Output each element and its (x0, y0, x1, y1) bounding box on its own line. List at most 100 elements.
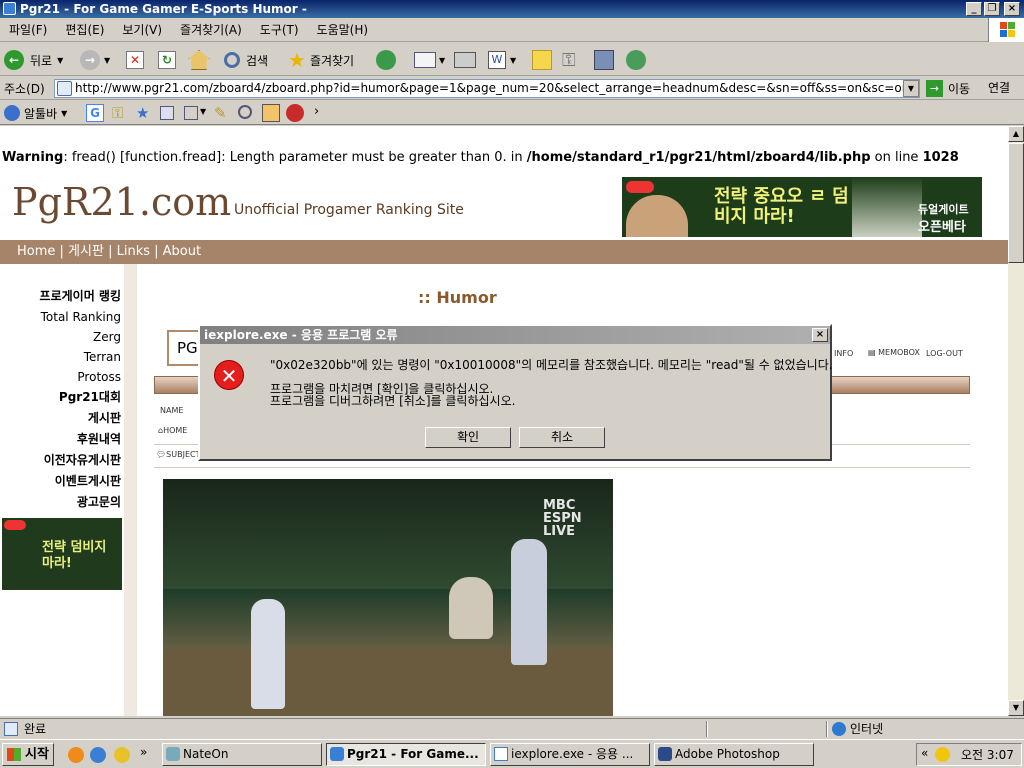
leftnav-old-free-board[interactable]: 이전자유게시판 (0, 450, 124, 471)
top-banner-ad[interactable]: 전략 중요오 ㄹ 덤비지 마라! 듀얼게이트 오픈베타 (622, 177, 982, 237)
leftnav-terran[interactable]: Terran (0, 347, 124, 367)
history-button[interactable] (376, 48, 396, 72)
menu-tools[interactable]: 도구(T) (251, 18, 308, 42)
notepad-icon[interactable] (262, 104, 280, 122)
batter-figure (511, 539, 547, 665)
search-button[interactable]: 검색 (224, 48, 268, 72)
messenger-button[interactable] (626, 48, 646, 72)
taskbar-item-photoshop[interactable]: Adobe Photoshop (654, 743, 814, 766)
chevron-down-icon: ▼ (57, 55, 64, 65)
menu-favorites[interactable]: 즐겨찾기(A) (171, 18, 251, 42)
leftnav-ranking[interactable]: 프로게이머 랭킹 (0, 286, 124, 307)
chevron-right-icon[interactable]: › (314, 104, 319, 119)
nav-home[interactable]: Home (17, 244, 55, 259)
sidebar-divider (124, 264, 137, 716)
back-button[interactable]: ← 뒤로 ▼ (4, 48, 63, 72)
nav-about[interactable]: About (163, 244, 201, 259)
edit-button[interactable]: W ▼ (488, 48, 516, 72)
stop-button[interactable]: ✕ (126, 48, 144, 72)
php-warning: Warning: fread() [function.fread]: Lengt… (2, 150, 959, 165)
menu-bar: 파일(F) 편집(E) 보기(V) 즐겨찾기(A) 도구(T) 도움말(H) (0, 18, 1024, 42)
note-icon (532, 50, 552, 70)
tools-button[interactable] (594, 48, 614, 72)
window-title-bar[interactable]: Pgr21 - For Game Gamer E-Sports Humor - … (0, 0, 1024, 18)
leftnav-ad-inquiry[interactable]: 광고문의 (0, 492, 124, 513)
leftnav-zerg[interactable]: Zerg (0, 327, 124, 347)
chevron-right-icon[interactable]: » (140, 745, 147, 759)
mail-button[interactable]: ▼ (414, 48, 445, 72)
menu-view[interactable]: 보기(V) (113, 18, 171, 42)
side-banner-ad[interactable]: 전략 덤비지 마라! (2, 518, 122, 590)
nav-links[interactable]: Links (117, 244, 150, 259)
notes-button[interactable] (532, 48, 552, 72)
quicklaunch-icon[interactable] (114, 747, 130, 763)
messenger-tray-icon[interactable] (935, 747, 950, 762)
leftnav-pgr21-contest[interactable]: Pgr21대회 (0, 387, 124, 408)
leftnav-protoss[interactable]: Protoss (0, 367, 124, 387)
standard-toolbar: ← 뒤로 ▼ → ▼ ✕ ↻ 검색 ★ 즐겨찾기 ▼ W ▼ ⚿ (0, 44, 1024, 76)
start-label: 시작 (25, 747, 49, 762)
scroll-thumb[interactable] (1008, 143, 1024, 263)
logout-link[interactable]: LOG-OUT (926, 349, 963, 358)
minimize-button[interactable]: _ (966, 2, 982, 16)
address-dropdown-button[interactable]: ▼ (903, 80, 919, 97)
address-label: 주소(D) (4, 82, 45, 96)
capture-icon[interactable] (184, 106, 198, 120)
vertical-scrollbar[interactable]: ▲ ▼ (1008, 126, 1024, 716)
favorites-button[interactable]: ★ 즐겨찾기 (288, 48, 354, 72)
key-icon[interactable]: ⚿ (112, 104, 123, 122)
scroll-up-button[interactable]: ▲ (1008, 126, 1024, 142)
magnifier-icon[interactable] (238, 105, 252, 119)
menu-file[interactable]: 파일(F) (0, 18, 56, 42)
taskbar-item-nateon[interactable]: NateOn (162, 743, 322, 766)
clock[interactable]: 오전 3:07 (961, 746, 1014, 763)
info-link[interactable]: INFO (834, 349, 853, 358)
forward-button[interactable]: → ▼ (80, 48, 110, 72)
menu-edit[interactable]: 편집(E) (56, 18, 113, 42)
go-arrow-icon: → (926, 80, 943, 97)
menu-help[interactable]: 도움말(H) (308, 18, 378, 42)
print-button[interactable] (454, 48, 476, 72)
google-icon[interactable]: G (86, 104, 104, 122)
site-logo[interactable]: PgR21.com (12, 180, 231, 224)
forward-arrow-icon: → (80, 50, 100, 70)
printer-icon (454, 52, 476, 68)
leftnav-donations[interactable]: 후원내역 (0, 429, 124, 450)
scroll-down-button[interactable]: ▼ (1008, 700, 1024, 716)
globe-icon (832, 722, 846, 736)
start-button[interactable]: 시작 (2, 743, 54, 766)
restore-button[interactable]: ❐ (984, 2, 1000, 16)
memobox-link[interactable]: ▤ MEMOBOX (868, 348, 920, 357)
cancel-button[interactable]: 취소 (519, 427, 605, 448)
key-button[interactable]: ⚿ (562, 48, 576, 72)
dialog-close-button[interactable]: × (812, 328, 828, 342)
leftnav-board[interactable]: 게시판 (0, 408, 124, 429)
altoolbar-button[interactable]: 알툴바 ▼ (4, 103, 67, 123)
address-url: http://www.pgr21.com/zboard4/zboard.php?… (75, 81, 920, 95)
home-button[interactable] (188, 48, 210, 72)
ie-icon[interactable] (90, 747, 106, 763)
leftnav-total-ranking[interactable]: Total Ranking (0, 307, 124, 327)
star-icon[interactable]: ★ (136, 104, 149, 122)
address-input[interactable]: http://www.pgr21.com/zboard4/zboard.php?… (54, 79, 920, 98)
save-icon[interactable] (160, 106, 174, 120)
taskbar-item-iexplore-error[interactable]: iexplore.exe - 응용 ... (490, 743, 650, 766)
broadcast-logo: MBC ESPN LIVE (543, 498, 582, 539)
dialog-title-bar[interactable]: iexplore.exe - 응용 프로그램 오류 (200, 326, 830, 344)
chevron-down-icon[interactable]: ▼ (200, 107, 206, 116)
leftnav-event-board[interactable]: 이벤트게시판 (0, 471, 124, 492)
broom-icon[interactable]: ✎ (214, 104, 227, 122)
block-icon[interactable] (286, 104, 304, 122)
dialog-instruction-cancel: 프로그램을 디버그하려면 [취소]를 클릭하십시오. (270, 394, 516, 408)
go-button[interactable]: → 이동 (926, 79, 970, 98)
nav-board[interactable]: 게시판 (68, 244, 104, 259)
ok-button[interactable]: 확인 (425, 427, 511, 448)
links-label[interactable]: 연결 (988, 79, 1010, 98)
dialog-title: iexplore.exe - 응용 프로그램 오류 (204, 328, 398, 342)
search-label: 검색 (246, 53, 269, 68)
chevron-left-icon[interactable]: « (921, 746, 928, 760)
refresh-button[interactable]: ↻ (158, 48, 176, 72)
close-button[interactable]: × (1004, 2, 1020, 16)
quicklaunch-icon[interactable] (68, 747, 84, 763)
taskbar-item-pgr21[interactable]: Pgr21 - For Game... (326, 743, 486, 766)
